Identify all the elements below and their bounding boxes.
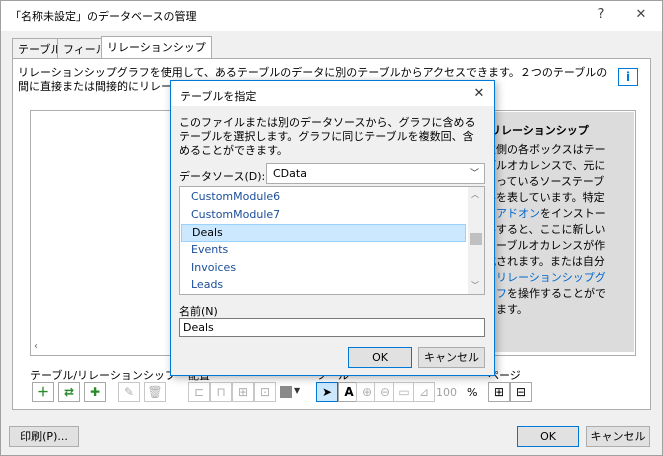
dialog-cancel-button[interactable]: キャンセル xyxy=(418,347,485,368)
window-title: 「名称未設定」のデータベースの管理 xyxy=(10,10,197,23)
name-label: 名前(N) xyxy=(179,305,218,318)
help-icon[interactable]: ? xyxy=(590,5,612,25)
cancel-button[interactable]: キャンセル xyxy=(586,426,650,447)
resize-icon[interactable]: ⊡ xyxy=(254,382,276,402)
dialog-ok-button[interactable]: OK xyxy=(348,347,412,368)
graph-icon[interactable]: ⊿ xyxy=(413,382,435,402)
datasource-select[interactable]: CData xyxy=(266,163,485,184)
close-icon[interactable]: ✕ xyxy=(630,5,652,25)
add-table-icon[interactable]: ＋ xyxy=(32,382,54,402)
chevron-down-icon[interactable]: ﹀ xyxy=(470,166,479,179)
tables-relationships-label: テーブル/リレーションシップ xyxy=(30,369,176,382)
dialog-close-icon[interactable]: ✕ xyxy=(468,84,490,104)
list-item[interactable]: Invoices xyxy=(181,259,466,277)
name-input[interactable]: Deals xyxy=(179,318,485,337)
datasource-label: データソース(D): xyxy=(179,170,266,183)
align-center-icon[interactable]: ⊓ xyxy=(210,382,232,402)
list-item[interactable]: CustomModule7 xyxy=(181,206,466,224)
page-breaks-icon[interactable]: ⊟ xyxy=(510,382,532,402)
dialog-title: テーブルを指定 xyxy=(180,90,257,103)
fit-icon[interactable]: ▭ xyxy=(393,382,415,402)
graph-info-title: リレーションシップ xyxy=(490,124,589,137)
scroll-up-icon[interactable]: ︿ xyxy=(471,189,479,200)
edit-icon[interactable]: ✎ xyxy=(118,382,140,402)
ok-button[interactable]: OK xyxy=(517,426,579,447)
pointer-icon[interactable]: ➤ xyxy=(316,382,338,402)
zoom-unit: % xyxy=(467,386,478,399)
tab-relationships[interactable]: リレーションシップ xyxy=(101,36,212,59)
addon-link[interactable]: アドオン xyxy=(496,207,540,220)
dialog-description: このファイルまたは別のデータソースから、グラフに含めるテーブルを選択します。グラ… xyxy=(179,116,476,157)
distribute-icon[interactable]: ⊞ xyxy=(232,382,254,402)
list-item[interactable]: Events xyxy=(181,241,466,259)
list-item-selected[interactable]: Deals xyxy=(181,224,466,242)
zoom-value[interactable]: 100 xyxy=(436,386,457,399)
align-left-icon[interactable]: ⊏ xyxy=(188,382,210,402)
scrollbar-thumb[interactable] xyxy=(470,233,482,245)
color-swatch[interactable] xyxy=(280,386,292,398)
list-item[interactable]: Leads xyxy=(181,276,466,294)
print-button[interactable]: 印刷(P)... xyxy=(9,426,79,447)
list-item[interactable]: CustomModule6 xyxy=(181,188,466,206)
add-relationship-icon[interactable]: ⇄ xyxy=(58,382,80,402)
duplicate-icon[interactable]: ✚ xyxy=(84,382,106,402)
graph-info-text: 左側の各ボックスはテーブルオカレンスで、元になっているソーステーブルを表していま… xyxy=(485,143,606,316)
chevron-down-icon[interactable]: ▼ xyxy=(294,386,300,395)
delete-icon[interactable]: 🗑 xyxy=(144,382,166,402)
info-icon[interactable]: i xyxy=(618,68,638,86)
scroll-down-icon[interactable]: ﹀ xyxy=(471,280,479,291)
page-setup-icon[interactable]: ⊞ xyxy=(488,382,510,402)
scroll-left-icon[interactable]: ‹ xyxy=(34,341,38,352)
